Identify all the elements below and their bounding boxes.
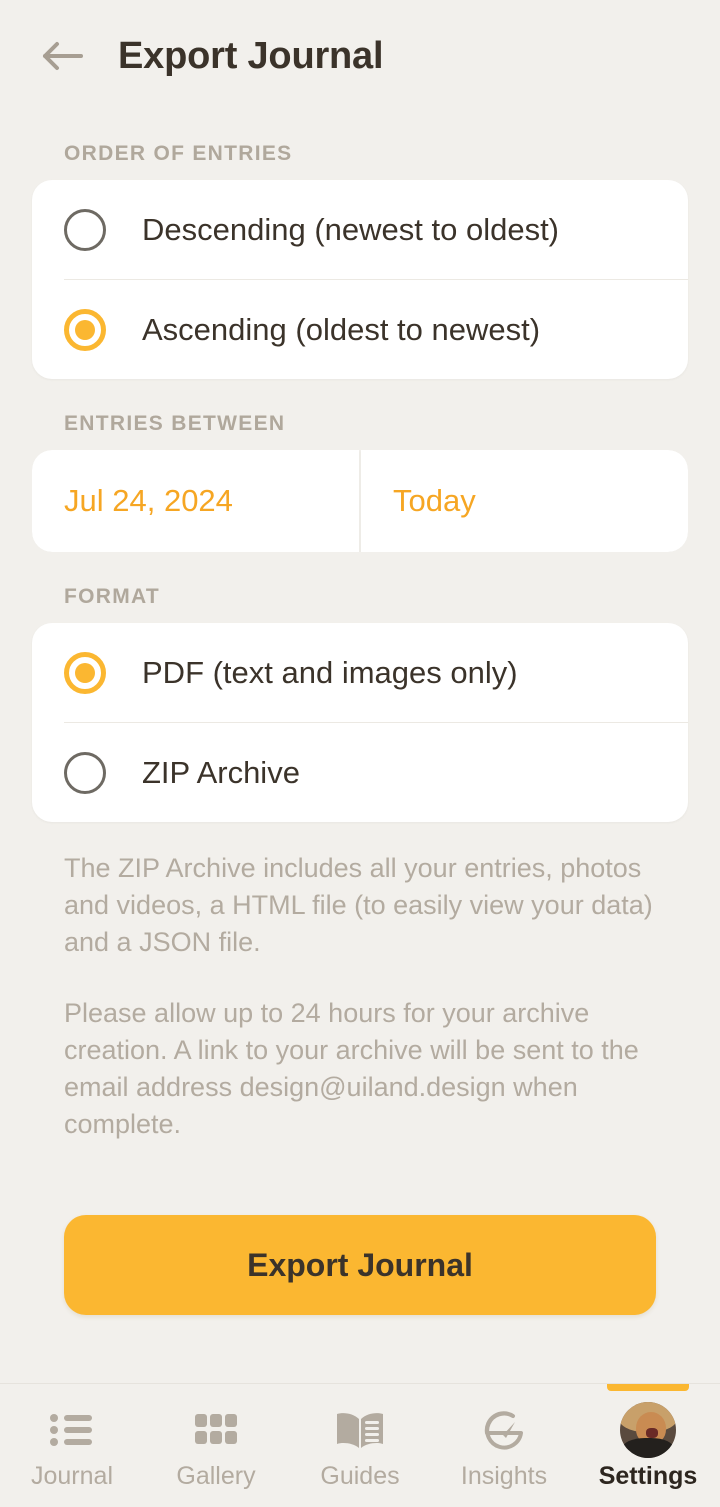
radio-label-ascending: Ascending (oldest to newest) <box>142 311 541 347</box>
bottom-tab-bar: Journal Gallery Guides Insights Settings <box>0 1383 720 1507</box>
start-date-field[interactable]: Jul 24, 2024 <box>32 450 359 552</box>
note-delivery-info: Please allow up to 24 hours for your arc… <box>64 998 639 1139</box>
back-button[interactable] <box>34 28 90 84</box>
tab-label-settings: Settings <box>598 1462 698 1490</box>
note-zip-info: The ZIP Archive includes all your entrie… <box>64 853 653 957</box>
end-date-value: Today <box>393 483 476 518</box>
radio-zip-icon[interactable] <box>64 751 106 794</box>
tab-settings[interactable]: Settings <box>576 1384 720 1507</box>
radio-row-ascending[interactable]: Ascending (oldest to newest) <box>32 280 688 379</box>
start-date-value: Jul 24, 2024 <box>64 483 233 518</box>
tab-journal[interactable]: Journal <box>0 1384 144 1507</box>
radio-row-zip[interactable]: ZIP Archive <box>32 723 688 822</box>
arrow-left-icon <box>41 41 83 71</box>
section-label-entries-between: ENTRIES BETWEEN <box>64 412 286 435</box>
entries-between-card: Jul 24, 2024 Today <box>32 450 688 552</box>
grid-icon <box>194 1406 238 1454</box>
section-label-format: FORMAT <box>64 585 161 608</box>
cta-container: Export Journal <box>32 1215 688 1315</box>
tab-guides[interactable]: Guides <box>288 1384 432 1507</box>
radio-label-pdf: PDF (text and images only) <box>142 654 518 690</box>
app-header: Export Journal <box>0 0 720 112</box>
tab-label-guides: Guides <box>320 1462 400 1490</box>
radio-label-zip: ZIP Archive <box>142 754 300 790</box>
radio-pdf-icon[interactable] <box>64 651 106 694</box>
settings-content: ORDER OF ENTRIES Descending (newest to o… <box>0 112 720 1383</box>
tab-label-journal: Journal <box>31 1462 113 1490</box>
end-date-field[interactable]: Today <box>361 450 688 552</box>
order-of-entries-card: Descending (newest to oldest) Ascending … <box>32 180 688 379</box>
tab-label-gallery: Gallery <box>176 1462 256 1490</box>
radio-row-descending[interactable]: Descending (newest to oldest) <box>32 180 688 279</box>
page-title: Export Journal <box>118 34 384 77</box>
radio-label-descending: Descending (newest to oldest) <box>142 211 560 247</box>
radio-row-pdf[interactable]: PDF (text and images only) <box>32 623 688 722</box>
tab-label-insights: Insights <box>460 1462 548 1490</box>
tab-insights[interactable]: Insights <box>432 1384 576 1507</box>
section-label-order: ORDER OF ENTRIES <box>64 142 293 165</box>
radio-descending-icon[interactable] <box>64 208 106 251</box>
speedometer-icon <box>479 1406 529 1454</box>
list-icon <box>48 1406 96 1454</box>
avatar <box>620 1402 676 1458</box>
export-journal-screen: Export Journal ORDER OF ENTRIES Descendi… <box>0 0 720 1507</box>
open-book-icon <box>334 1406 386 1454</box>
avatar-icon <box>620 1402 676 1458</box>
active-tab-indicator <box>607 1384 689 1391</box>
export-journal-button[interactable]: Export Journal <box>64 1215 656 1315</box>
radio-ascending-icon[interactable] <box>64 308 106 351</box>
format-card: PDF (text and images only) ZIP Archive <box>32 623 688 822</box>
tab-gallery[interactable]: Gallery <box>144 1384 288 1507</box>
